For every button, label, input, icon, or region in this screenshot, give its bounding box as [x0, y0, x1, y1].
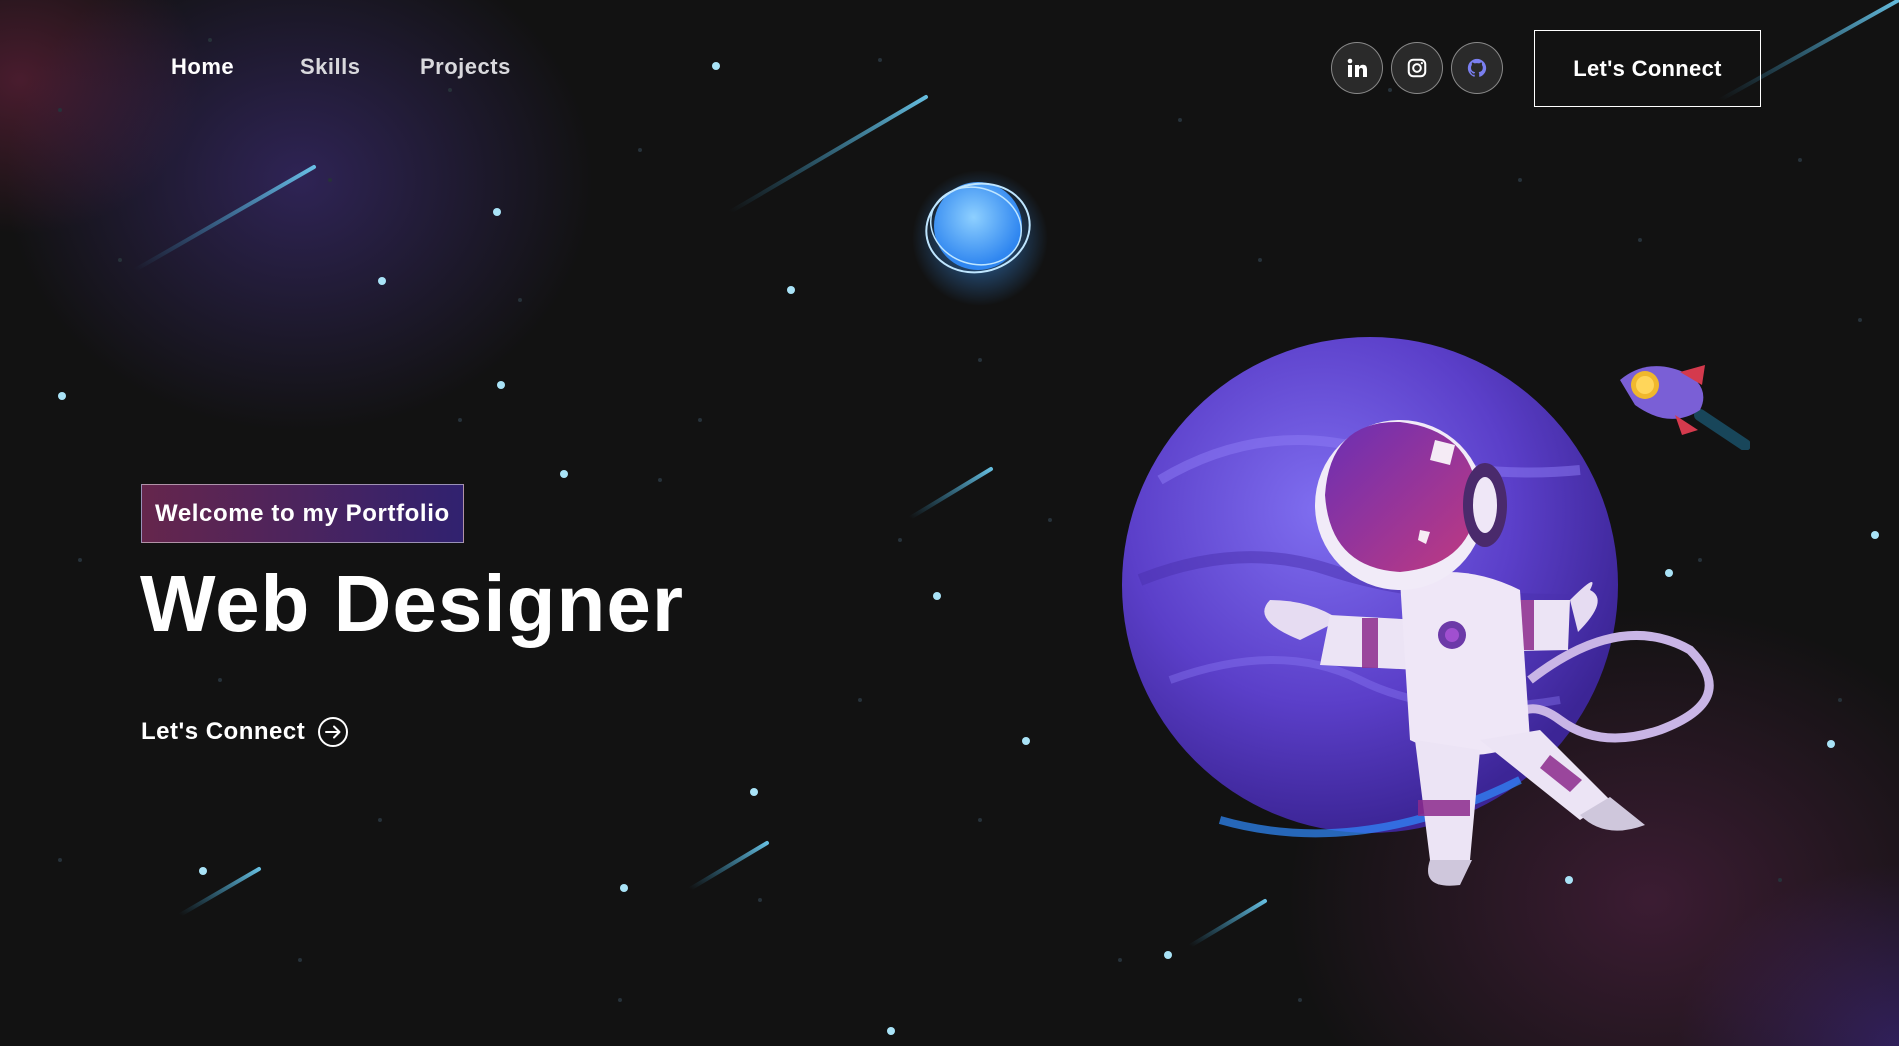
nav-link-skills[interactable]: Skills [300, 54, 360, 80]
github-icon [1467, 58, 1487, 77]
hero-connect-link[interactable]: Let's Connect [141, 716, 349, 748]
blue-planet-illustration [912, 170, 1048, 306]
rocket-illustration [1620, 365, 1750, 450]
nav-link-home[interactable]: Home [171, 54, 234, 80]
instagram-button[interactable] [1391, 42, 1443, 94]
nav-link-projects[interactable]: Projects [420, 54, 511, 80]
portfolio-hero-page: Home Skills Projects Let's Connect Welco… [0, 0, 1899, 1046]
instagram-icon [1407, 58, 1427, 78]
arrow-right-circle-icon [317, 716, 349, 748]
lets-connect-button[interactable]: Let's Connect [1534, 30, 1761, 107]
hero-headline: Web Designer [140, 559, 684, 648]
linkedin-icon [1347, 58, 1367, 77]
linkedin-button[interactable] [1331, 42, 1383, 94]
welcome-tagline: Welcome to my Portfolio [141, 484, 464, 543]
hero-connect-label: Let's Connect [141, 718, 306, 745]
github-button[interactable] [1451, 42, 1503, 94]
